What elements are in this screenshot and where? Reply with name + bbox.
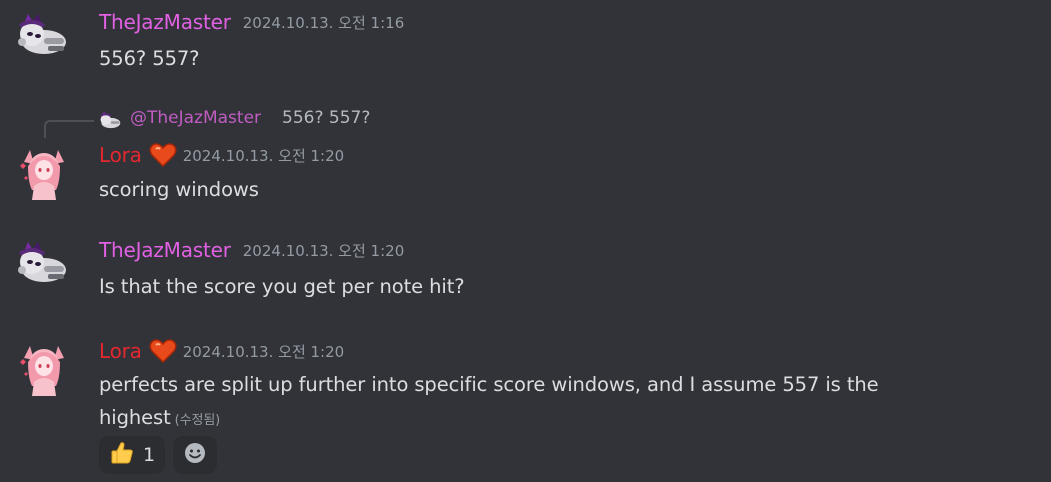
message-header: TheJazMaster 2024.10.13. 오전 1:20 — [99, 238, 404, 262]
username[interactable]: Lora — [99, 143, 142, 167]
username[interactable]: Lora — [99, 339, 142, 363]
add-reaction-button[interactable] — [173, 436, 218, 474]
avatar-thejazmaster[interactable] — [14, 12, 70, 58]
reaction-count: 1 — [143, 444, 156, 466]
timestamp[interactable]: 2024.10.13. 오전 1:16 — [243, 12, 404, 33]
message-header: TheJazMaster 2024.10.13. 오전 1:16 — [99, 10, 404, 34]
thumbs-up-icon — [109, 440, 135, 471]
message-content: scoring windows — [99, 178, 259, 201]
reply-avatar — [98, 110, 122, 130]
reply-author[interactable]: @TheJazMaster — [130, 108, 261, 128]
reactions: 1 — [99, 436, 218, 474]
cat-avatar-icon — [100, 111, 121, 129]
add-reaction-icon — [183, 441, 207, 470]
avatar-lora[interactable] — [16, 338, 72, 396]
reply-spine — [44, 120, 94, 138]
message-header: Lora 2024.10.13. 오전 1:20 — [99, 142, 344, 168]
timestamp[interactable]: 2024.10.13. 오전 1:20 — [183, 341, 344, 362]
reply-reference[interactable]: @TheJazMaster 556? 557? — [44, 108, 384, 138]
heart-icon[interactable] — [149, 338, 177, 364]
chat-messages: TheJazMaster 2024.10.13. 오전 1:16 556? 55… — [0, 0, 1051, 482]
reaction-thumbs-up[interactable]: 1 — [99, 436, 166, 474]
reply-content[interactable]: 556? 557? — [282, 108, 370, 128]
username[interactable]: TheJazMaster — [99, 10, 231, 34]
avatar-thejazmaster[interactable] — [14, 240, 70, 286]
cat-avatar-icon — [18, 14, 66, 54]
message-header: Lora 2024.10.13. 오전 1:20 — [99, 338, 344, 364]
message-content: perfects are split up further into speci… — [99, 368, 929, 437]
pink-cat-girl-avatar-icon — [20, 150, 64, 200]
cat-avatar-icon — [18, 242, 66, 282]
edited-label[interactable]: (수정됨) — [175, 413, 221, 428]
pink-cat-girl-avatar-icon — [20, 346, 64, 396]
username[interactable]: TheJazMaster — [99, 238, 231, 262]
message-content: 556? 557? — [99, 47, 200, 70]
message-content: Is that the score you get per note hit? — [99, 275, 465, 298]
timestamp[interactable]: 2024.10.13. 오전 1:20 — [243, 240, 404, 261]
avatar-lora[interactable] — [16, 142, 72, 200]
timestamp[interactable]: 2024.10.13. 오전 1:20 — [183, 145, 344, 166]
heart-icon[interactable] — [149, 142, 177, 168]
